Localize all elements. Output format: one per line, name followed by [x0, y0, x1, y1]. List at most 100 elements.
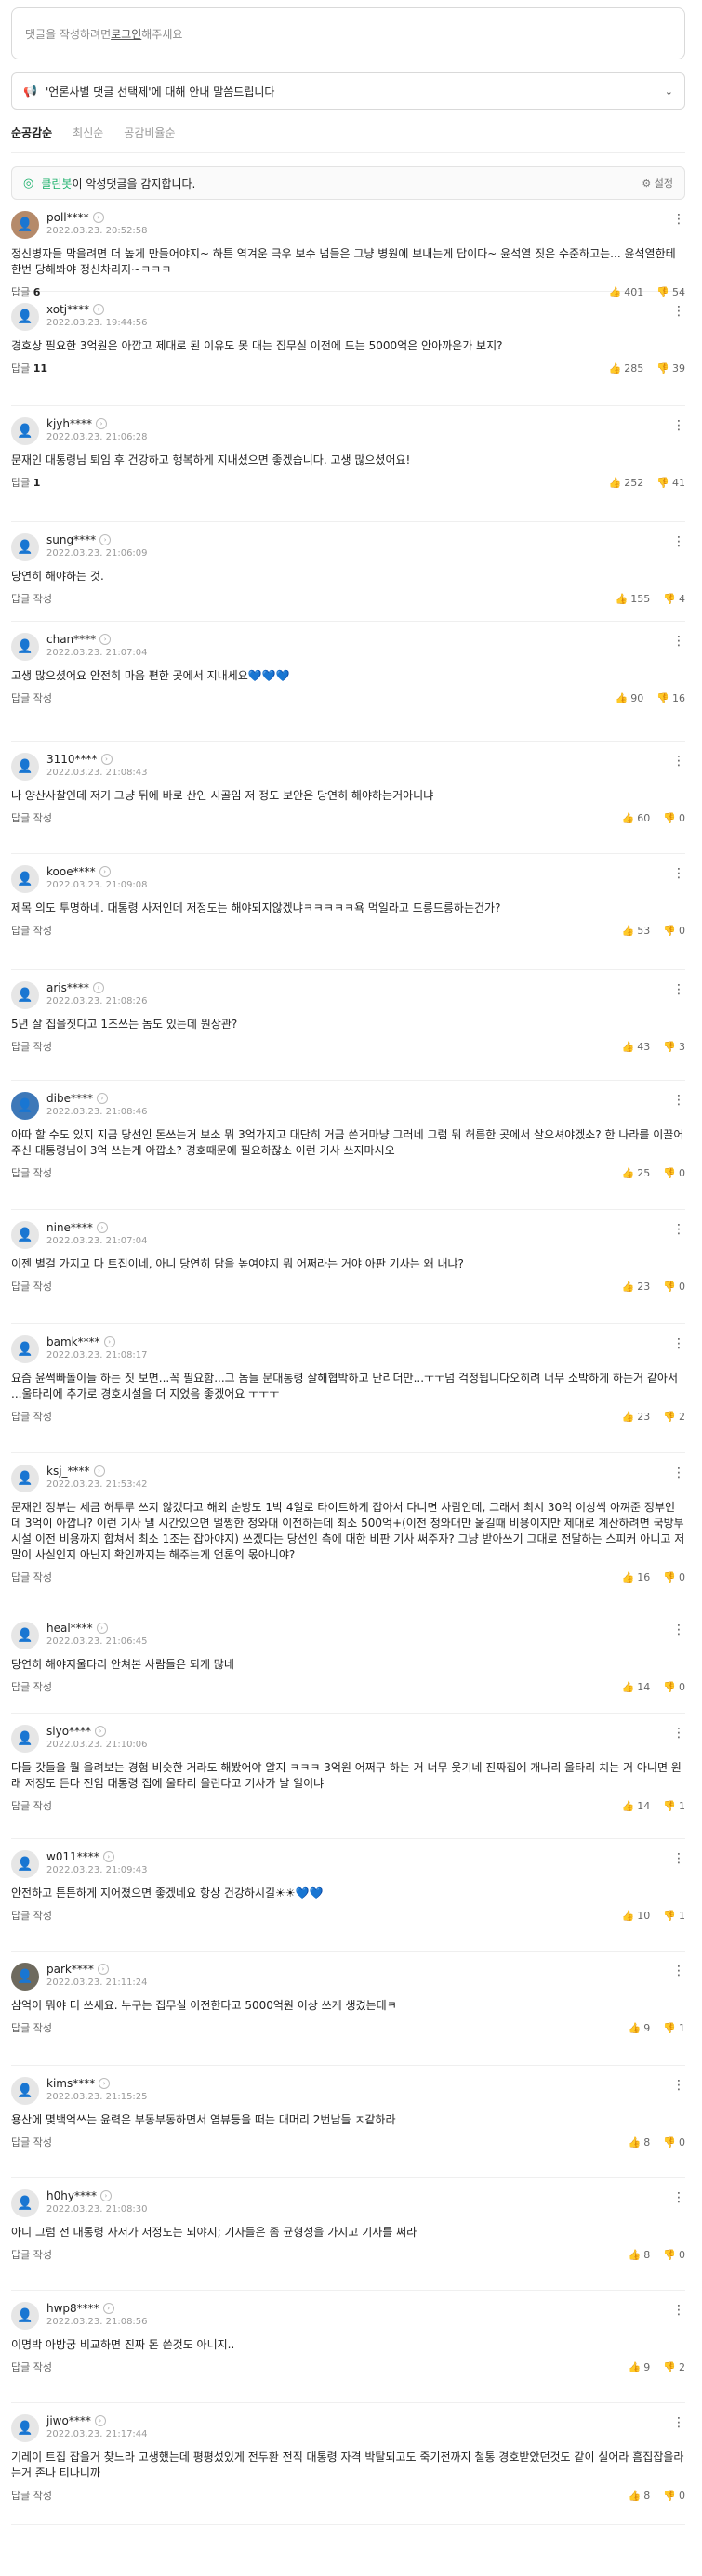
like-button[interactable]: 👍 155	[616, 593, 651, 605]
dislike-button[interactable]: 👎 1	[663, 1800, 685, 1812]
comment-author[interactable]: xotj****	[46, 303, 89, 316]
profile-chevron-icon[interactable]: ›	[96, 1623, 108, 1634]
avatar[interactable]: 👤	[11, 211, 39, 239]
comment-author[interactable]: heal****	[46, 1622, 93, 1635]
more-options-icon[interactable]: ⋮	[672, 1965, 685, 1978]
dislike-button[interactable]: 👎 0	[663, 1167, 685, 1179]
like-button[interactable]: 👍 23	[622, 1411, 651, 1423]
avatar[interactable]: 👤	[11, 1335, 39, 1363]
reply-button[interactable]: 답글 작성	[11, 690, 52, 705]
avatar[interactable]: 👤	[11, 417, 39, 445]
reply-button[interactable]: 답글 작성	[11, 810, 52, 825]
more-options-icon[interactable]: ⋮	[672, 755, 685, 768]
comment-policy-notice[interactable]: 📢 '언론사별 댓글 선택제'에 대해 안내 말씀드립니다 ⌄	[11, 72, 685, 110]
tab-sort-latest[interactable]: 최신순	[73, 125, 103, 140]
like-button[interactable]: 👍 285	[609, 362, 644, 375]
like-button[interactable]: 👍 25	[622, 1167, 651, 1179]
comment-author[interactable]: 3110****	[46, 753, 98, 766]
avatar[interactable]: 👤	[11, 2189, 39, 2217]
like-button[interactable]: 👍 252	[609, 477, 644, 489]
avatar[interactable]: 👤	[11, 633, 39, 661]
like-button[interactable]: 👍 90	[616, 692, 644, 704]
like-button[interactable]: 👍 43	[622, 1041, 651, 1053]
profile-chevron-icon[interactable]: ›	[92, 982, 104, 993]
profile-chevron-icon[interactable]: ›	[99, 2190, 112, 2201]
more-options-icon[interactable]: ⋮	[672, 1623, 685, 1636]
profile-chevron-icon[interactable]: ›	[102, 2303, 114, 2314]
dislike-button[interactable]: 👎 0	[663, 1571, 685, 1584]
more-options-icon[interactable]: ⋮	[672, 535, 685, 548]
more-options-icon[interactable]: ⋮	[672, 1727, 685, 1740]
profile-chevron-icon[interactable]: ›	[93, 1465, 105, 1477]
profile-chevron-icon[interactable]: ›	[102, 1851, 114, 1862]
dislike-button[interactable]: 👎 0	[663, 2249, 685, 2261]
login-link[interactable]: 로그인	[111, 26, 141, 42]
more-options-icon[interactable]: ⋮	[672, 213, 685, 226]
dislike-button[interactable]: 👎 3	[663, 1041, 685, 1053]
avatar[interactable]: 👤	[11, 753, 39, 781]
dislike-button[interactable]: 👎 41	[656, 477, 685, 489]
like-button[interactable]: 👍 8	[629, 2249, 651, 2261]
avatar[interactable]: 👤	[11, 2077, 39, 2105]
comment-author[interactable]: hwp8****	[46, 2302, 99, 2315]
avatar[interactable]: 👤	[11, 2414, 39, 2442]
reply-button[interactable]: 답글 작성	[11, 2247, 52, 2262]
like-button[interactable]: 👍 8	[629, 2490, 651, 2502]
comment-input[interactable]: 댓글을 작성하려면 로그인 해주세요	[11, 7, 685, 59]
profile-chevron-icon[interactable]: ›	[94, 2415, 106, 2426]
comment-author[interactable]: siyo****	[46, 1725, 91, 1738]
dislike-button[interactable]: 👎 0	[663, 2136, 685, 2149]
reply-button[interactable]: 답글 작성	[11, 1409, 52, 1424]
comment-author[interactable]: kims****	[46, 2077, 95, 2090]
more-options-icon[interactable]: ⋮	[672, 1466, 685, 1479]
avatar[interactable]: 👤	[11, 1725, 39, 1753]
more-options-icon[interactable]: ⋮	[672, 1094, 685, 1107]
like-button[interactable]: 👍 8	[629, 2136, 651, 2149]
like-button[interactable]: 👍 9	[629, 2361, 651, 2373]
reply-button[interactable]: 답글 작성	[11, 2488, 52, 2503]
like-button[interactable]: 👍 10	[622, 1910, 651, 1922]
profile-chevron-icon[interactable]: ›	[93, 304, 105, 315]
comment-author[interactable]: w011****	[46, 1850, 99, 1863]
more-options-icon[interactable]: ⋮	[672, 305, 685, 318]
comment-author[interactable]: ksj_****	[46, 1465, 90, 1478]
profile-chevron-icon[interactable]: ›	[99, 534, 112, 545]
like-button[interactable]: 👍 53	[622, 925, 651, 937]
reply-button[interactable]: 답글 작성	[11, 591, 52, 606]
avatar[interactable]: 👤	[11, 2302, 39, 2330]
dislike-button[interactable]: 👎 0	[663, 1681, 685, 1693]
avatar[interactable]: 👤	[11, 1622, 39, 1649]
dislike-button[interactable]: 👎 1	[663, 2022, 685, 2034]
comment-author[interactable]: chan****	[46, 633, 96, 646]
like-button[interactable]: 👍 16	[622, 1571, 651, 1584]
more-options-icon[interactable]: ⋮	[672, 2191, 685, 2204]
dislike-button[interactable]: 👎 2	[663, 2361, 685, 2373]
profile-chevron-icon[interactable]: ›	[92, 212, 104, 223]
more-options-icon[interactable]: ⋮	[672, 635, 685, 648]
dislike-button[interactable]: 👎 0	[663, 812, 685, 824]
reply-button[interactable]: 답글 11	[11, 361, 47, 375]
more-options-icon[interactable]: ⋮	[672, 419, 685, 432]
reply-button[interactable]: 답글 작성	[11, 1679, 52, 1694]
dislike-button[interactable]: 👎 0	[663, 2490, 685, 2502]
reply-button[interactable]: 답글 작성	[11, 1165, 52, 1180]
profile-chevron-icon[interactable]: ›	[103, 1336, 115, 1347]
more-options-icon[interactable]: ⋮	[672, 983, 685, 996]
dislike-button[interactable]: 👎 0	[663, 1281, 685, 1293]
profile-chevron-icon[interactable]: ›	[99, 2078, 111, 2089]
reply-button[interactable]: 답글 작성	[11, 2135, 52, 2149]
avatar[interactable]: 👤	[11, 865, 39, 893]
comment-author[interactable]: park****	[46, 1963, 94, 1976]
dislike-button[interactable]: 👎 2	[663, 1411, 685, 1423]
avatar[interactable]: 👤	[11, 1092, 39, 1120]
like-button[interactable]: 👍 23	[622, 1281, 651, 1293]
like-button[interactable]: 👍 60	[622, 812, 651, 824]
tab-sort-relevance[interactable]: 순공감순	[11, 125, 52, 140]
dislike-button[interactable]: 👎 0	[663, 925, 685, 937]
cleanbot-settings-button[interactable]: ⚙ 설정	[642, 176, 673, 191]
tab-sort-ratio[interactable]: 공감비율순	[124, 125, 175, 140]
profile-chevron-icon[interactable]: ›	[95, 1726, 107, 1737]
like-button[interactable]: 👍 9	[629, 2022, 651, 2034]
dislike-button[interactable]: 👎 39	[656, 362, 685, 375]
reply-button[interactable]: 답글 작성	[11, 2020, 52, 2035]
